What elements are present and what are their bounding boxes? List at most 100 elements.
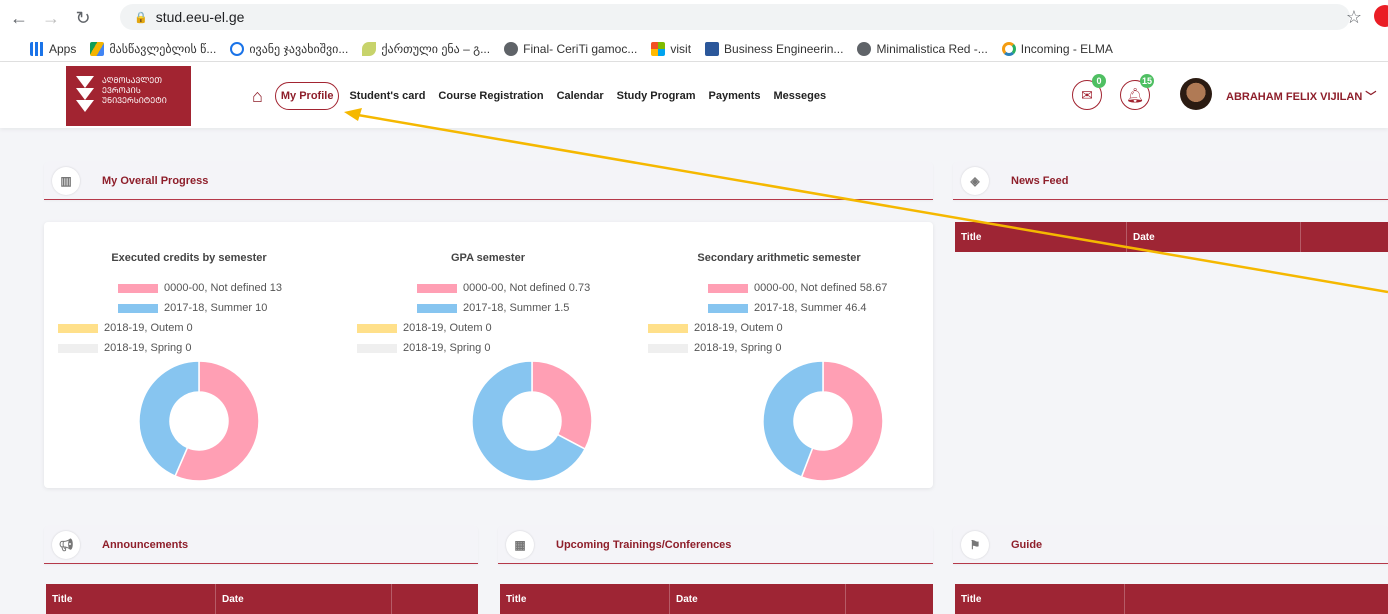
bookmark-ivane[interactable]: ივანე ჯავახიშვი... bbox=[230, 41, 348, 56]
elma-icon bbox=[1001, 41, 1016, 56]
logo-chevron-icon bbox=[76, 76, 94, 88]
bookmark-elma[interactable]: Incoming - ELMA bbox=[1001, 41, 1113, 56]
column-date[interactable]: Date bbox=[670, 584, 846, 614]
mail-icon: ✉ bbox=[1081, 86, 1093, 103]
legend-label: 2017-18, Summer 10 bbox=[164, 302, 268, 314]
university-logo[interactable]: ᲐᲦᲛᲝᲡᲐᲕᲚᲔᲗ ᲔᲕᲠᲝᲞᲘᲡ ᲣᲜᲘᲕᲔᲠᲡᲘᲢᲔᲢᲘ bbox=[66, 66, 191, 126]
column-extra bbox=[1301, 222, 1388, 252]
nav-course-registration[interactable]: Course Registration bbox=[438, 90, 543, 102]
progress-chart-icon: ▥ bbox=[52, 166, 80, 195]
user-menu[interactable]: ABRAHAM FELIX VIJILAN ﹀ bbox=[1226, 88, 1376, 104]
legend-item[interactable]: 2018-19, Outem 0 bbox=[357, 322, 492, 334]
legend-item[interactable]: 2018-19, Outem 0 bbox=[648, 322, 783, 334]
chart-title: Executed credits by semester bbox=[111, 252, 267, 264]
legend-label: 2018-19, Outem 0 bbox=[104, 322, 193, 334]
legend-swatch bbox=[357, 323, 397, 333]
legend-item[interactable]: 2017-18, Summer 10 bbox=[118, 302, 267, 314]
home-icon[interactable]: ⌂ bbox=[252, 86, 263, 107]
legend-item[interactable]: 2018-19, Outem 0 bbox=[58, 322, 193, 334]
mail-button[interactable]: ✉ 0 bbox=[1072, 74, 1106, 110]
donut-chart bbox=[762, 360, 884, 482]
logo-line: ᲣᲜᲘᲕᲔᲠᲡᲘᲢᲔᲢᲘ bbox=[102, 96, 167, 105]
bookmark-minimalistica[interactable]: Minimalistica Red -... bbox=[857, 41, 988, 56]
guide-panel-header: ⚑ Guide bbox=[953, 526, 1388, 564]
column-title[interactable]: Title bbox=[955, 584, 1125, 614]
training-icon: ▦ bbox=[506, 530, 534, 559]
avatar[interactable] bbox=[1180, 78, 1212, 110]
site-header: ᲐᲦᲛᲝᲡᲐᲕᲚᲔᲗ ᲔᲕᲠᲝᲞᲘᲡ ᲣᲜᲘᲕᲔᲠᲡᲘᲢᲔᲢᲘ ⌂ My Pro… bbox=[0, 62, 1388, 128]
legend-label: 2018-19, Outem 0 bbox=[694, 322, 783, 334]
legend-label: 0000-00, Not defined 58.67 bbox=[754, 282, 888, 294]
legend-label: 2018-19, Spring 0 bbox=[104, 342, 192, 354]
chart-title: GPA semester bbox=[451, 252, 525, 264]
legend-swatch bbox=[118, 303, 158, 313]
legend-item[interactable]: 2018-19, Spring 0 bbox=[58, 342, 191, 354]
legend-label: 2018-19, Spring 0 bbox=[694, 342, 782, 354]
reload-icon[interactable]: ↻ bbox=[70, 8, 96, 29]
guide-table-header: Title bbox=[955, 584, 1388, 614]
notifications-button[interactable]: 🔔︎ 15 bbox=[1120, 74, 1154, 110]
legend-label: 2017-18, Summer 46.4 bbox=[754, 302, 867, 314]
microsoft-icon bbox=[651, 41, 666, 56]
nav-my-profile[interactable]: My Profile bbox=[274, 82, 340, 110]
legend-swatch bbox=[708, 303, 748, 313]
legend-item[interactable]: 2017-18, Summer 46.4 bbox=[708, 302, 867, 314]
legend-label: 0000-00, Not defined 0.73 bbox=[463, 282, 591, 294]
legend-swatch bbox=[118, 283, 158, 293]
legend-swatch bbox=[357, 343, 397, 353]
university-icon bbox=[230, 41, 245, 56]
column-date[interactable]: Date bbox=[1127, 222, 1301, 252]
legend-swatch bbox=[708, 283, 748, 293]
url-text: stud.eeu-el.ge bbox=[155, 9, 245, 25]
nav-calendar[interactable]: Calendar bbox=[557, 90, 604, 102]
progress-card: Executed credits by semester 0000-00, No… bbox=[44, 222, 933, 488]
legend-label: 0000-00, Not defined 13 bbox=[164, 282, 283, 294]
progress-panel-header: ▥ My Overall Progress bbox=[44, 162, 933, 200]
chart-secondary-arithmetic: Secondary arithmetic semester 0000-00, N… bbox=[634, 222, 924, 488]
legend-item[interactable]: 0000-00, Not defined 13 bbox=[118, 282, 282, 294]
trainings-panel-header: ▦ Upcoming Trainings/Conferences bbox=[498, 526, 933, 564]
nav-students-card[interactable]: Student's card bbox=[349, 90, 425, 102]
legend-item[interactable]: 2017-18, Summer 1.5 bbox=[417, 302, 569, 314]
bell-icon: 🔔︎ bbox=[1126, 86, 1144, 103]
nav-payments[interactable]: Payments bbox=[709, 90, 761, 102]
back-icon[interactable]: ← bbox=[6, 8, 32, 29]
profile-dot-icon[interactable] bbox=[1374, 5, 1388, 27]
nav-study-program[interactable]: Study Program bbox=[617, 90, 696, 102]
column-title[interactable]: Title bbox=[955, 222, 1127, 252]
announcements-table-header: Title Date bbox=[46, 584, 478, 614]
forward-icon[interactable]: → bbox=[38, 8, 64, 29]
browser-toolbar: ← → ↻ 🔒 stud.eeu-el.ge ☆ bbox=[0, 0, 1388, 36]
chart-title: Secondary arithmetic semester bbox=[697, 252, 861, 264]
chart-executed-credits: Executed credits by semester 0000-00, No… bbox=[44, 222, 334, 488]
column-title[interactable]: Title bbox=[500, 584, 670, 614]
bookmark-georgian[interactable]: ქართული ენა – გ... bbox=[362, 41, 490, 56]
user-name: ABRAHAM FELIX VIJILAN bbox=[1226, 91, 1363, 103]
chart-gpa: GPA semester 0000-00, Not defined 0.73 20… bbox=[343, 222, 633, 488]
legend-item[interactable]: 2018-19, Spring 0 bbox=[357, 342, 490, 354]
bookmark-apps[interactable]: Apps bbox=[30, 41, 76, 56]
column-title[interactable]: Title bbox=[46, 584, 216, 614]
bookmark-star-icon[interactable]: ☆ bbox=[1346, 7, 1362, 28]
donut-slice[interactable] bbox=[531, 360, 593, 451]
newspaper-icon: ◈ bbox=[961, 166, 989, 195]
chevron-down-icon: ﹀ bbox=[1365, 91, 1377, 103]
bookmark-business[interactable]: Business Engineerin... bbox=[705, 41, 843, 56]
bookmark-drive[interactable]: მასწავლებლის წ... bbox=[90, 41, 216, 56]
bookmark-final[interactable]: Final- CeriTi gamoc... bbox=[504, 41, 637, 56]
bookmark-visit[interactable]: visit bbox=[651, 41, 691, 56]
megaphone-icon: 📢︎ bbox=[52, 530, 80, 559]
legend-item[interactable]: 2018-19, Spring 0 bbox=[648, 342, 781, 354]
notification-count-badge: 15 bbox=[1139, 74, 1154, 88]
legend-item[interactable]: 0000-00, Not defined 58.67 bbox=[708, 282, 887, 294]
address-bar[interactable]: 🔒 stud.eeu-el.ge bbox=[120, 4, 1350, 30]
legend-swatch bbox=[417, 303, 457, 313]
legend-item[interactable]: 0000-00, Not defined 0.73 bbox=[417, 282, 590, 294]
column-date[interactable]: Date bbox=[216, 584, 392, 614]
logo-chevron-icon bbox=[76, 100, 94, 112]
drive-icon bbox=[90, 41, 105, 56]
lock-icon: 🔒 bbox=[134, 11, 148, 24]
logo-line: ᲐᲦᲛᲝᲡᲐᲕᲚᲔᲗ bbox=[102, 76, 163, 85]
lighthouse-icon: ⚑ bbox=[961, 530, 989, 559]
nav-messages[interactable]: Messeges bbox=[773, 90, 826, 102]
